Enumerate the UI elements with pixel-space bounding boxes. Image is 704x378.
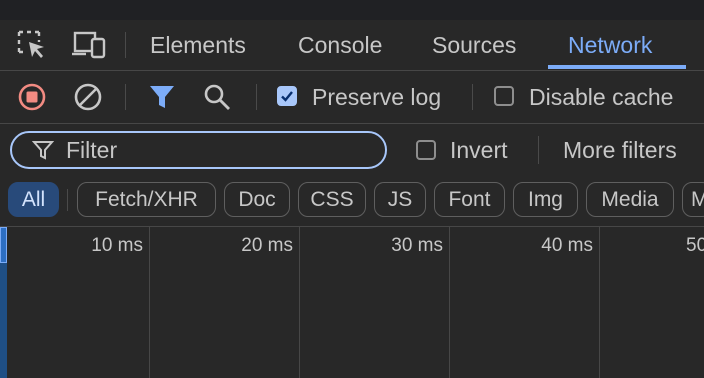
toolbar-divider bbox=[472, 84, 473, 110]
filter-placeholder: Filter bbox=[66, 137, 118, 163]
toolbar-divider bbox=[256, 84, 257, 110]
type-filter-font[interactable]: Font bbox=[434, 182, 505, 217]
filter-input[interactable]: Filter bbox=[10, 131, 387, 169]
timeline-tick-label: 40 ms bbox=[541, 235, 593, 256]
type-filter-doc[interactable]: Doc bbox=[224, 182, 290, 217]
timeline-selection-handle[interactable] bbox=[0, 227, 7, 263]
timeline-tick-label: 20 ms bbox=[241, 235, 293, 256]
timeline-tick-label: 30 ms bbox=[391, 235, 443, 256]
tab-console[interactable]: Console bbox=[298, 20, 382, 70]
type-filter-js[interactable]: JS bbox=[374, 182, 426, 217]
window-top-strip bbox=[0, 0, 704, 20]
disable-cache-checkbox[interactable] bbox=[494, 86, 514, 106]
type-filter-all[interactable]: All bbox=[8, 182, 59, 217]
resource-type-filter-bar: All Fetch/XHR Doc CSS JS Font Img Media … bbox=[0, 178, 704, 227]
preserve-log-label: Preserve log bbox=[312, 84, 442, 110]
tab-bar-divider bbox=[125, 32, 126, 58]
timeline-tick-label: 50 bbox=[686, 235, 704, 256]
timeline-tick-label: 10 ms bbox=[91, 235, 143, 256]
filter-bar: Filter Invert More filters bbox=[0, 124, 704, 178]
filter-funnel-outline-icon bbox=[31, 139, 55, 166]
preserve-log-checkbox[interactable] bbox=[277, 86, 297, 106]
search-icon[interactable] bbox=[202, 82, 232, 117]
tab-network[interactable]: Network bbox=[568, 20, 652, 70]
devtools-tab-bar: Elements Console Sources Network bbox=[0, 20, 704, 71]
invert-label: Invert bbox=[450, 137, 508, 163]
stop-recording-icon[interactable] bbox=[17, 82, 47, 117]
type-filter-media[interactable]: Media bbox=[586, 182, 674, 217]
inspect-element-icon[interactable] bbox=[16, 29, 48, 66]
tab-elements[interactable]: Elements bbox=[150, 20, 246, 70]
type-filter-fetch-xhr[interactable]: Fetch/XHR bbox=[77, 182, 216, 217]
timeline-gridline bbox=[599, 227, 600, 378]
timeline-gridline bbox=[299, 227, 300, 378]
more-filters-button[interactable]: More filters bbox=[563, 137, 677, 164]
timeline-gridline bbox=[449, 227, 450, 378]
chip-divider bbox=[67, 189, 68, 211]
network-toolbar: Preserve log Disable cache bbox=[0, 71, 704, 124]
timeline-gridline bbox=[149, 227, 150, 378]
type-filter-manifest[interactable]: M bbox=[682, 182, 704, 217]
toolbar-divider bbox=[125, 84, 126, 110]
type-filter-css[interactable]: CSS bbox=[298, 182, 366, 217]
network-timeline-overview[interactable]: 10 ms 20 ms 30 ms 40 ms 50 bbox=[0, 227, 704, 378]
active-tab-indicator bbox=[548, 65, 686, 69]
device-toolbar-icon[interactable] bbox=[71, 29, 107, 66]
type-filter-img[interactable]: Img bbox=[513, 182, 578, 217]
invert-checkbox[interactable] bbox=[416, 140, 436, 160]
tab-sources[interactable]: Sources bbox=[432, 20, 516, 70]
clear-log-icon[interactable] bbox=[73, 82, 103, 117]
filter-bar-divider bbox=[538, 136, 539, 164]
filter-funnel-icon[interactable] bbox=[148, 83, 176, 116]
disable-cache-label: Disable cache bbox=[529, 84, 674, 110]
